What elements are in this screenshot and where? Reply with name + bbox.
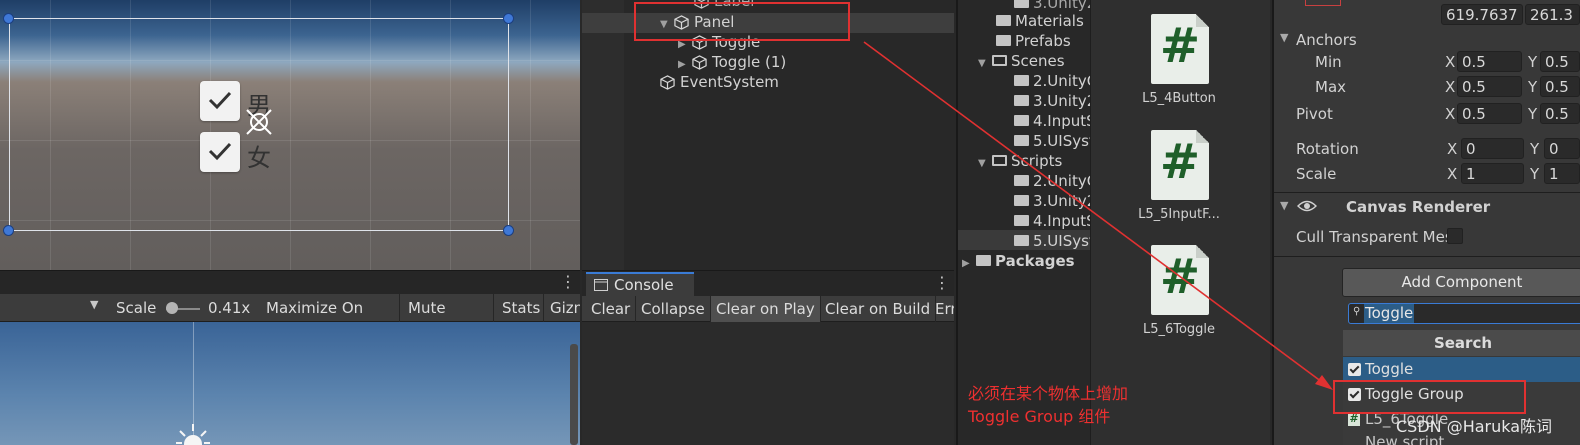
annotation-text-line2: Toggle Group 组件 [968, 407, 1111, 426]
annotation-arrow-icon [863, 41, 1333, 390]
watermark: CSDN @Haruka陈词 [1396, 417, 1553, 436]
annotation-text-line1: 必须在某个物体上增加 [968, 384, 1129, 403]
